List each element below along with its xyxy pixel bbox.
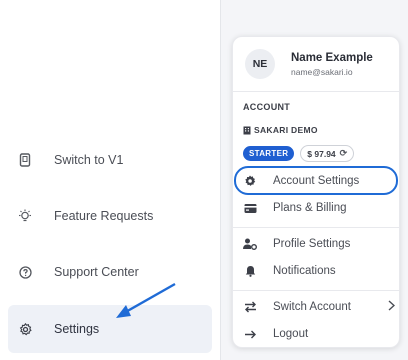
credit-card-icon (243, 201, 257, 215)
credit-balance[interactable]: $ 97.94 ⟳ (300, 145, 355, 162)
user-info: NE Name Example name@sakari.io (245, 49, 373, 79)
swap-icon (243, 300, 257, 314)
logout-icon (243, 327, 257, 341)
sidebar: Switch to V1 Feature Requests Support Ce… (0, 0, 220, 360)
menu-item-label: Profile Settings (273, 238, 351, 250)
user-email: name@sakari.io (291, 66, 353, 77)
sidebar-item-support-center[interactable]: Support Center (8, 248, 212, 296)
menu-item-logout[interactable]: Logout (243, 323, 393, 345)
user-settings-icon (243, 237, 257, 251)
menu-item-label: Logout (273, 328, 309, 340)
menu-item-label: Plans & Billing (273, 202, 347, 214)
sidebar-item-switch-to-v1[interactable]: Switch to V1 (8, 136, 212, 184)
plan-badge: STARTER (243, 146, 295, 161)
chevron-right-icon (388, 300, 396, 314)
menu-divider (233, 91, 399, 92)
sidebar-item-label: Support Center (54, 265, 139, 279)
refresh-icon[interactable]: ⟳ (340, 148, 348, 159)
menu-divider (233, 227, 399, 228)
sidebar-item-label: Switch to V1 (54, 153, 124, 167)
menu-item-profile-settings[interactable]: Profile Settings (243, 233, 393, 255)
help-circle-icon (18, 265, 32, 279)
credit-value: $ 97.94 (307, 148, 336, 159)
user-name: Name Example (291, 51, 373, 64)
bell-icon (243, 264, 257, 278)
gear-icon (18, 322, 32, 336)
menu-item-label: Account Settings (273, 175, 360, 187)
sidebar-item-feature-requests[interactable]: Feature Requests (8, 192, 212, 240)
account-dropdown-menu: NE Name Example name@sakari.io ACCOUNT S… (232, 36, 400, 348)
menu-item-notifications[interactable]: Notifications (243, 260, 393, 282)
sidebar-item-label: Feature Requests (54, 209, 154, 223)
organization-label: SAKARI DEMO (254, 125, 318, 135)
menu-item-plans-billing[interactable]: Plans & Billing (243, 197, 393, 219)
menu-item-switch-account[interactable]: Switch Account (243, 296, 396, 318)
menu-divider (233, 290, 399, 291)
sidebar-item-label: Settings (54, 322, 100, 336)
account-section-label: ACCOUNT (243, 102, 291, 112)
organization-name: SAKARI DEMO (243, 125, 318, 135)
sidebar-item-settings[interactable]: Settings (8, 305, 212, 353)
menu-item-label: Notifications (273, 265, 336, 277)
avatar: NE (245, 49, 275, 79)
building-icon (243, 126, 251, 134)
menu-item-account-settings[interactable]: Account Settings (243, 170, 393, 192)
lightbulb-icon (18, 209, 32, 223)
gear-icon (243, 174, 257, 188)
menu-item-label: Switch Account (273, 301, 351, 313)
account-badges: STARTER $ 97.94 ⟳ (243, 145, 355, 162)
device-icon (18, 153, 32, 167)
